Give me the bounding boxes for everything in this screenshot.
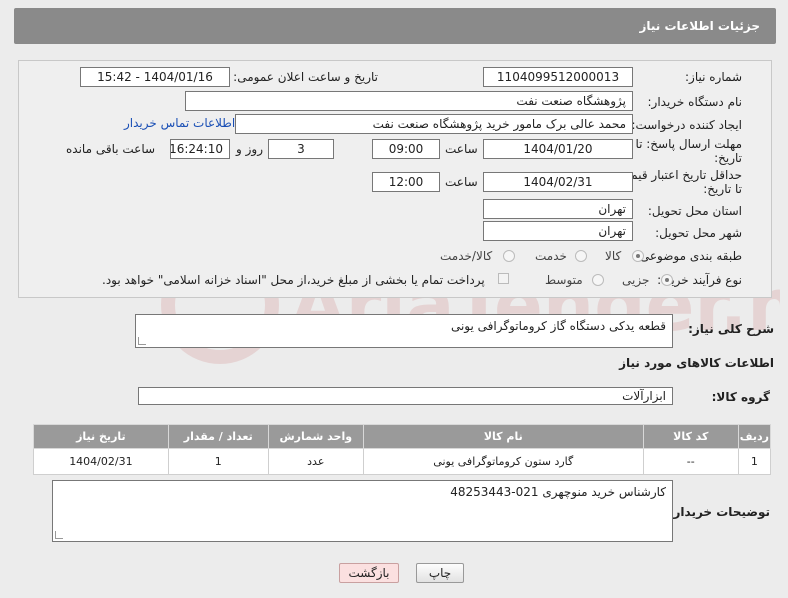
goods-group-label: گروه کالا: (711, 390, 770, 404)
delivery-city-field: تهران (483, 221, 633, 241)
goods-table: ردیف کد کالا نام کالا واحد شمارش تعداد /… (33, 424, 772, 475)
reply-deadline-label: مهلت ارسال پاسخ: تا (635, 137, 742, 151)
cell-quantity: 1 (167, 448, 269, 475)
col-item-code: کد کالا (642, 424, 739, 449)
buyer-notes-text: کارشناس خرید منوچهری 021-48253443 (450, 485, 666, 499)
days-label: روز و (236, 142, 263, 156)
category-option-service: خدمت (535, 249, 567, 263)
description-textarea[interactable]: قطعه یدکی دستگاه گاز کروماتوگرافی یونی (135, 314, 673, 348)
cell-row-number: 1 (737, 448, 772, 475)
category-option-goods: کالا (605, 249, 622, 263)
reply-time-label: ساعت (445, 142, 478, 156)
col-need-date: تاریخ نیاز (33, 424, 169, 449)
delivery-province-field: تهران (483, 199, 633, 219)
resize-grip-icon[interactable] (55, 531, 63, 539)
back-button[interactable]: بازگشت (339, 563, 399, 583)
announce-datetime-label: تاریخ و ساعت اعلان عمومی: (233, 70, 378, 84)
remaining-days-field: 3 (268, 139, 334, 159)
buyer-org-label: نام دستگاه خریدار: (647, 95, 743, 109)
category-option-goods-service: کالا/خدمت (440, 249, 493, 263)
page-title: جزئیات اطلاعات نیاز (639, 19, 760, 33)
cell-unit: عدد (267, 448, 364, 475)
description-text: قطعه یدکی دستگاه گاز کروماتوگرافی یونی (450, 319, 666, 333)
delivery-city-label: شهر محل تحویل: (655, 226, 742, 240)
remaining-time-label: ساعت باقی مانده (66, 142, 156, 156)
requester-field: محمد عالی برک مامور خرید پژوهشگاه صنعت ن… (235, 114, 633, 134)
category-label: طبقه بندی موضوعی: (635, 249, 742, 263)
goods-section-title: اطلاعات کالاهای مورد نیاز (619, 356, 774, 370)
price-validity-label-date: تا تاریخ: (703, 182, 742, 196)
treasury-payment-note: پرداخت تمام یا بخشی از مبلغ خرید،از محل … (102, 273, 485, 287)
process-radio-minor[interactable] (661, 274, 673, 286)
price-validity-time-label: ساعت (445, 175, 478, 189)
reply-time-field: 09:00 (372, 139, 440, 159)
reply-deadline-label-date: تاریخ: (714, 151, 742, 165)
col-unit: واحد شمارش (267, 424, 364, 449)
page-header: جزئیات اطلاعات نیاز (14, 8, 776, 44)
remaining-time-field: 16:24:10 (170, 139, 230, 159)
goods-table-header: ردیف کد کالا نام کالا واحد شمارش تعداد /… (33, 424, 772, 449)
table-row: 1 -- گارد ستون کروماتوگرافی یونی عدد 1 1… (33, 448, 772, 475)
process-option-medium: متوسط (545, 273, 583, 287)
requester-label: ایجاد کننده درخواست: (631, 118, 742, 132)
buyer-contact-link[interactable]: اطلاعات تماس خریدار (124, 116, 235, 130)
cell-item-code: -- (642, 448, 739, 475)
need-number-label: شماره نیاز: (685, 70, 742, 84)
buyer-notes-textarea[interactable]: کارشناس خرید منوچهری 021-48253443 (52, 480, 673, 542)
process-radio-medium[interactable] (592, 274, 604, 286)
print-button[interactable]: چاپ (416, 563, 464, 583)
buyer-notes-label: توضیحات خریدار: (668, 505, 770, 519)
need-number-field: 1104099512000013 (483, 67, 633, 87)
col-row-number: ردیف (737, 424, 772, 449)
category-radio-goods[interactable] (632, 250, 644, 262)
goods-group-field: ابزارآلات (138, 387, 673, 405)
announce-datetime-field: 1404/01/16 - 15:42 (80, 67, 230, 87)
delivery-province-label: استان محل تحویل: (647, 204, 742, 218)
col-item-name: نام کالا (362, 424, 644, 449)
price-validity-label: حداقل تاریخ اعتبار قیمت: (615, 168, 742, 182)
col-quantity: تعداد / مقدار (167, 424, 269, 449)
description-label: شرح کلی نیاز: (688, 322, 774, 336)
cell-item-name: گارد ستون کروماتوگرافی یونی (362, 448, 644, 475)
reply-date-field: 1404/01/20 (483, 139, 633, 159)
cell-need-date: 1404/02/31 (33, 448, 169, 475)
resize-grip-icon[interactable] (138, 337, 146, 345)
price-validity-date-field: 1404/02/31 (483, 172, 633, 192)
category-radio-goods-service[interactable] (503, 250, 515, 262)
process-option-minor: جزیی (622, 273, 650, 287)
treasury-payment-checkbox[interactable] (498, 273, 509, 284)
category-radio-service[interactable] (575, 250, 587, 262)
buyer-org-field: پژوهشگاه صنعت نفت (185, 91, 633, 111)
price-validity-time-field: 12:00 (372, 172, 440, 192)
